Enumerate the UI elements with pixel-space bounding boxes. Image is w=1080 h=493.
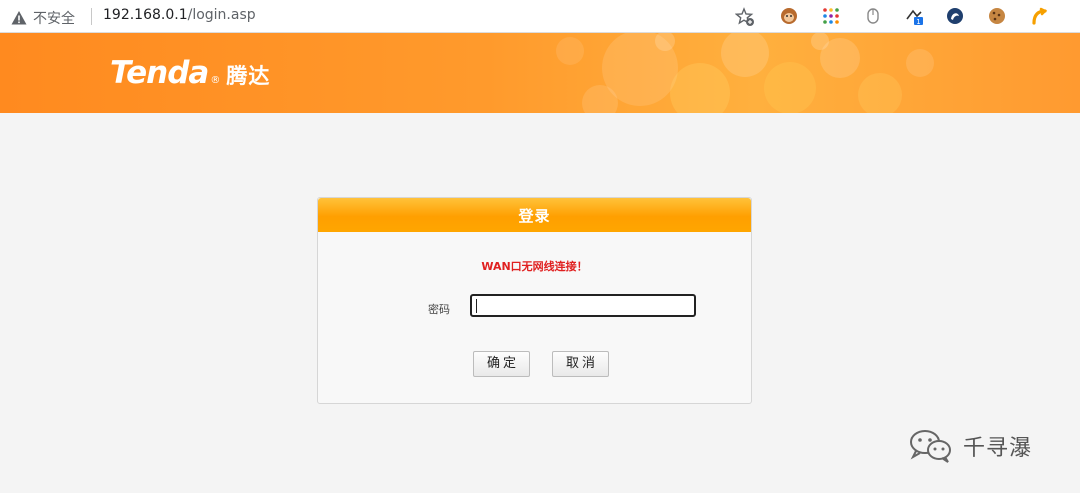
logo-latin-text: Tenda	[110, 55, 209, 91]
header-banner: Tenda ® 腾达	[0, 33, 1080, 113]
security-text: 不安全	[33, 11, 75, 27]
mouse-icon[interactable]	[864, 7, 882, 25]
svg-text:1: 1	[916, 18, 920, 25]
wechat-icon	[910, 430, 951, 463]
wan-error-message: WAN口无网线连接！	[481, 260, 588, 273]
address-divider	[91, 8, 92, 25]
logo-chinese-text: 腾达	[226, 64, 271, 88]
bookmark-star-icon[interactable]	[735, 7, 755, 27]
browser-address-bar: 不安全 192.168.0.1/login.asp 1	[0, 0, 1080, 33]
cancel-button[interactable]: 取消	[552, 351, 609, 377]
text-caret	[476, 299, 477, 313]
logo-circle-icon[interactable]	[946, 7, 964, 25]
security-indicator[interactable]: 不安全	[11, 8, 75, 28]
arrow-ext-icon[interactable]	[1030, 7, 1048, 25]
watermark: 千寻瀑	[907, 428, 1032, 464]
cookie-icon[interactable]	[988, 7, 1006, 25]
warning-icon	[11, 11, 27, 25]
monkey-icon[interactable]	[780, 7, 798, 25]
password-input[interactable]	[470, 294, 696, 317]
tenda-logo: Tenda ® 腾达	[110, 55, 270, 91]
apps-icon[interactable]	[822, 7, 840, 25]
password-label: 密码	[428, 303, 450, 316]
url-path: /login.asp	[187, 7, 256, 23]
login-title: 登录	[318, 198, 751, 232]
watermark-text: 千寻瀑	[963, 436, 1033, 461]
ext-badge-icon[interactable]: 1	[905, 7, 923, 25]
url-field[interactable]: 192.168.0.1/login.asp	[103, 7, 256, 23]
login-panel: 登录 WAN口无网线连接！ 密码 确定 取消	[317, 197, 752, 404]
ok-button[interactable]: 确定	[473, 351, 530, 377]
url-host: 192.168.0.1	[103, 7, 188, 23]
logo-registered-mark: ®	[210, 75, 221, 86]
